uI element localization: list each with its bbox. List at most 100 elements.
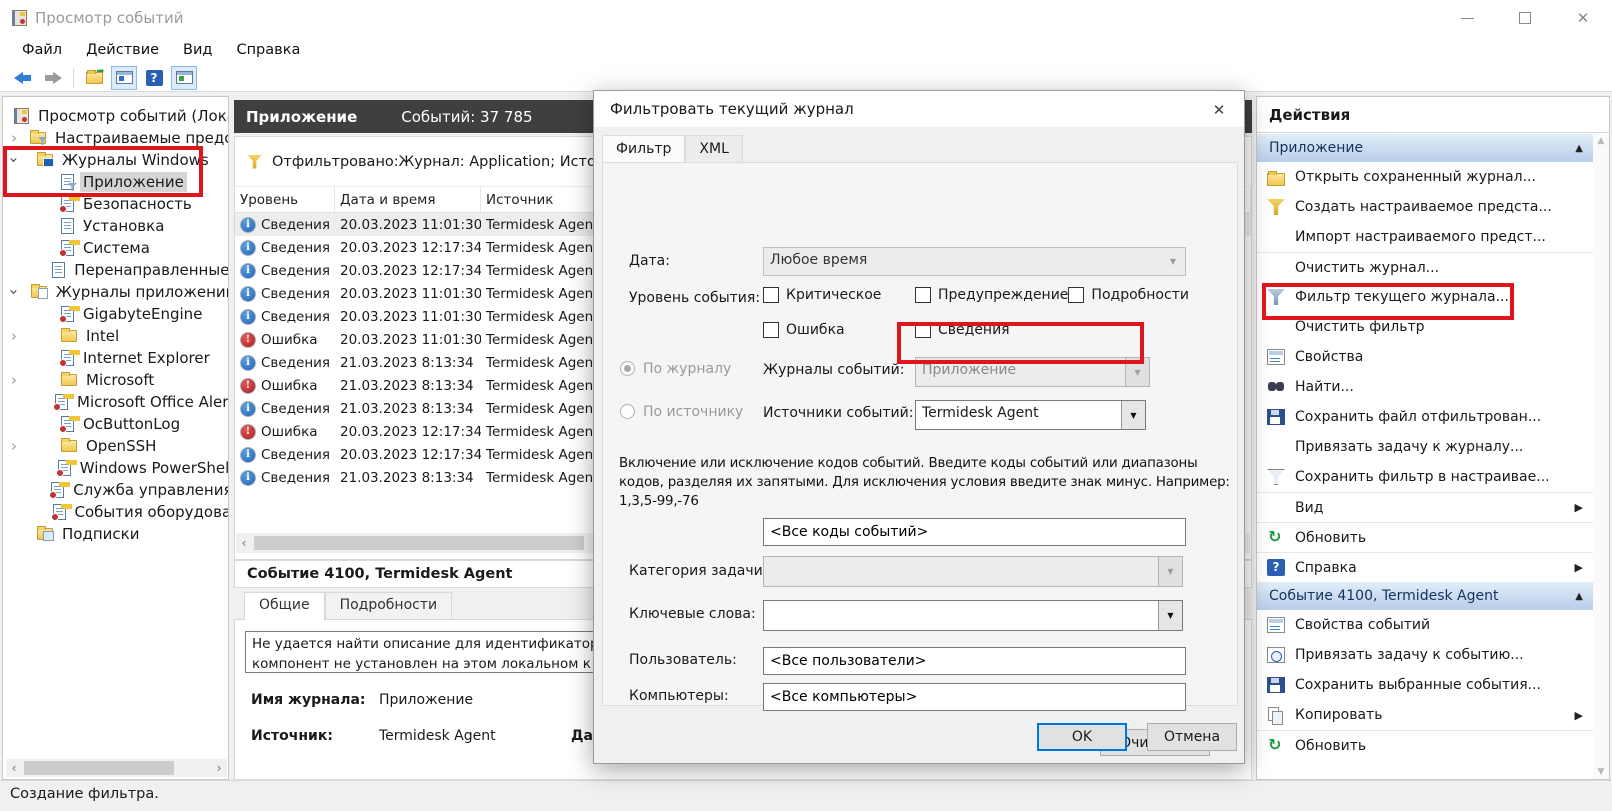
tree-expander-icon[interactable] (9, 154, 19, 166)
tree-item[interactable]: Установка (3, 215, 228, 237)
tree-item[interactable]: Безопасность (3, 193, 228, 215)
tree-item[interactable]: Перенаправленные со (3, 259, 228, 281)
action-item[interactable]: Найти... ▶ (1257, 372, 1593, 402)
column-header-level[interactable]: Уровень (235, 187, 335, 212)
action-item[interactable]: Фильтр текущего журнала... ▶ (1257, 282, 1593, 312)
actions-section-header-event[interactable]: Событие 4100, Termidesk Agent ▲ (1257, 582, 1593, 610)
close-button[interactable]: ✕ (1554, 0, 1612, 36)
ok-button[interactable]: OK (1037, 723, 1127, 751)
checkbox[interactable] (763, 287, 779, 303)
checkbox[interactable] (763, 322, 779, 338)
tree-expander-icon[interactable] (9, 286, 19, 298)
collapse-icon[interactable]: ▲ (1575, 143, 1583, 154)
tree-item[interactable]: Приложение (3, 171, 228, 193)
dialog-close-button[interactable]: ✕ (1208, 99, 1230, 121)
action-item[interactable]: Очистить журнал... ▶ (1257, 252, 1593, 282)
checkbox[interactable] (915, 287, 931, 303)
scroll-right-icon[interactable]: › (211, 759, 227, 777)
tree-item[interactable]: Просмотр событий (Локальнь (3, 105, 228, 127)
tree-item[interactable]: События оборудовани (3, 501, 228, 523)
menu-item[interactable]: Вид (171, 38, 224, 62)
tree-expander-icon[interactable] (8, 375, 20, 385)
action-item[interactable]: Сохранить выбранные события... ▶ (1257, 670, 1593, 700)
tree-item[interactable]: Система (3, 237, 228, 259)
tree-item[interactable]: Microsoft Office Alerts (3, 391, 228, 413)
tree-item[interactable]: OcButtonLog (3, 413, 228, 435)
by-log-radio[interactable] (620, 361, 635, 376)
tree-item[interactable]: GigabyteEngine (3, 303, 228, 325)
tab-filter[interactable]: Фильтр (602, 135, 685, 162)
tab-details[interactable]: Подробности (325, 592, 453, 620)
event-level-option[interactable]: Ошибка (763, 322, 915, 338)
scrollbar-thumb[interactable] (254, 536, 584, 550)
forward-button[interactable] (40, 66, 66, 90)
by-source-radio[interactable] (620, 404, 635, 419)
action-item[interactable]: Обновить ▶ (1257, 730, 1593, 760)
cancel-button[interactable]: Отмена (1147, 723, 1237, 751)
tree-item[interactable]: Журналы Windows (3, 149, 228, 171)
event-ids-input[interactable] (763, 518, 1186, 546)
tree-item[interactable]: Windows PowerShell (3, 457, 228, 479)
event-level-option[interactable]: Подробности (1068, 287, 1189, 303)
event-level-option[interactable]: Сведения (915, 322, 1010, 338)
action-item[interactable]: Очистить фильтр ▶ (1257, 312, 1593, 342)
action-item[interactable]: Обновить ▶ (1257, 522, 1593, 552)
action-item[interactable]: Вид ▶ (1257, 492, 1593, 522)
scroll-down-icon[interactable]: ▼ (1593, 767, 1609, 777)
open-saved-log-button[interactable] (81, 66, 107, 90)
event-datetime: 21.03.2023 8:13:34 (335, 355, 481, 371)
tree-item[interactable]: Настраиваемые представл (3, 127, 228, 149)
action-item[interactable]: Сохранить файл отфильтрован... ▶ (1257, 402, 1593, 432)
event-level-option[interactable]: Предупреждение (915, 287, 1068, 303)
tree-item[interactable]: OpenSSH (3, 435, 228, 457)
action-item[interactable]: Привязать задачу к журналу... ▶ (1257, 432, 1593, 462)
computers-input[interactable] (763, 683, 1186, 711)
show-action-pane-button[interactable] (171, 66, 197, 90)
column-header-datetime[interactable]: Дата и время (335, 187, 481, 212)
tree-item[interactable]: Internet Explorer (3, 347, 228, 369)
scroll-up-icon[interactable]: ▲ (1593, 136, 1609, 146)
tree-horizontal-scrollbar[interactable]: ‹ › (6, 759, 227, 777)
minimize-button[interactable] (1438, 0, 1496, 36)
maximize-button[interactable] (1496, 0, 1554, 36)
user-input[interactable] (763, 647, 1186, 675)
checkbox[interactable] (915, 322, 931, 338)
logged-date-dropdown[interactable]: Любое время ▼ (763, 247, 1186, 276)
menu-item[interactable]: Действие (74, 38, 171, 62)
actions-scrollbar[interactable]: ▲ ▼ (1593, 134, 1609, 779)
tree-item[interactable]: Microsoft (3, 369, 228, 391)
scroll-left-icon[interactable]: ‹ (6, 759, 22, 777)
tree-expander-icon[interactable] (8, 133, 20, 143)
action-item[interactable]: Создать настраиваемое предста... ▶ (1257, 192, 1593, 222)
action-item[interactable]: Копировать ▶ (1257, 700, 1593, 730)
checkbox[interactable] (1068, 287, 1084, 303)
tab-xml[interactable]: XML (685, 135, 742, 162)
tree-item[interactable]: Подписки (3, 523, 228, 545)
action-item[interactable]: Свойства событий ▶ (1257, 610, 1593, 640)
menu-item[interactable]: Файл (10, 38, 74, 62)
tree-item[interactable]: Журналы приложений и с (3, 281, 228, 303)
show-console-tree-button[interactable] (111, 66, 137, 90)
action-item[interactable]: Справка ▶ (1257, 552, 1593, 582)
scrollbar-thumb[interactable] (24, 761, 174, 775)
event-level-option[interactable]: Критическое (763, 287, 915, 303)
tree-item[interactable]: Служба управления кл (3, 479, 228, 501)
tree-item[interactable]: Intel (3, 325, 228, 347)
keywords-dropdown[interactable]: ▼ (763, 600, 1183, 631)
event-sources-dropdown[interactable]: Termidesk Agent ▼ (915, 400, 1146, 430)
action-item[interactable]: Свойства ▶ (1257, 342, 1593, 372)
action-item[interactable]: Сохранить фильтр в настраивае... ▶ (1257, 462, 1593, 492)
action-item[interactable]: Привязать задачу к событию... ▶ (1257, 640, 1593, 670)
scroll-left-icon[interactable]: ‹ (236, 534, 252, 552)
tab-general[interactable]: Общие (244, 592, 325, 620)
help-button[interactable]: ? (141, 66, 167, 90)
tree-expander-icon[interactable] (8, 441, 20, 451)
back-button[interactable] (10, 66, 36, 90)
tree-expander-icon[interactable] (8, 331, 20, 341)
menu-item[interactable]: Справка (224, 38, 312, 62)
action-item[interactable]: Импорт настраиваемого предст... ▶ (1257, 222, 1593, 252)
collapse-icon[interactable]: ▲ (1575, 591, 1583, 602)
actions-section-header-application[interactable]: Приложение ▲ (1257, 134, 1593, 162)
event-level: Сведения (261, 447, 330, 463)
action-item[interactable]: Открыть сохраненный журнал... ▶ (1257, 162, 1593, 192)
